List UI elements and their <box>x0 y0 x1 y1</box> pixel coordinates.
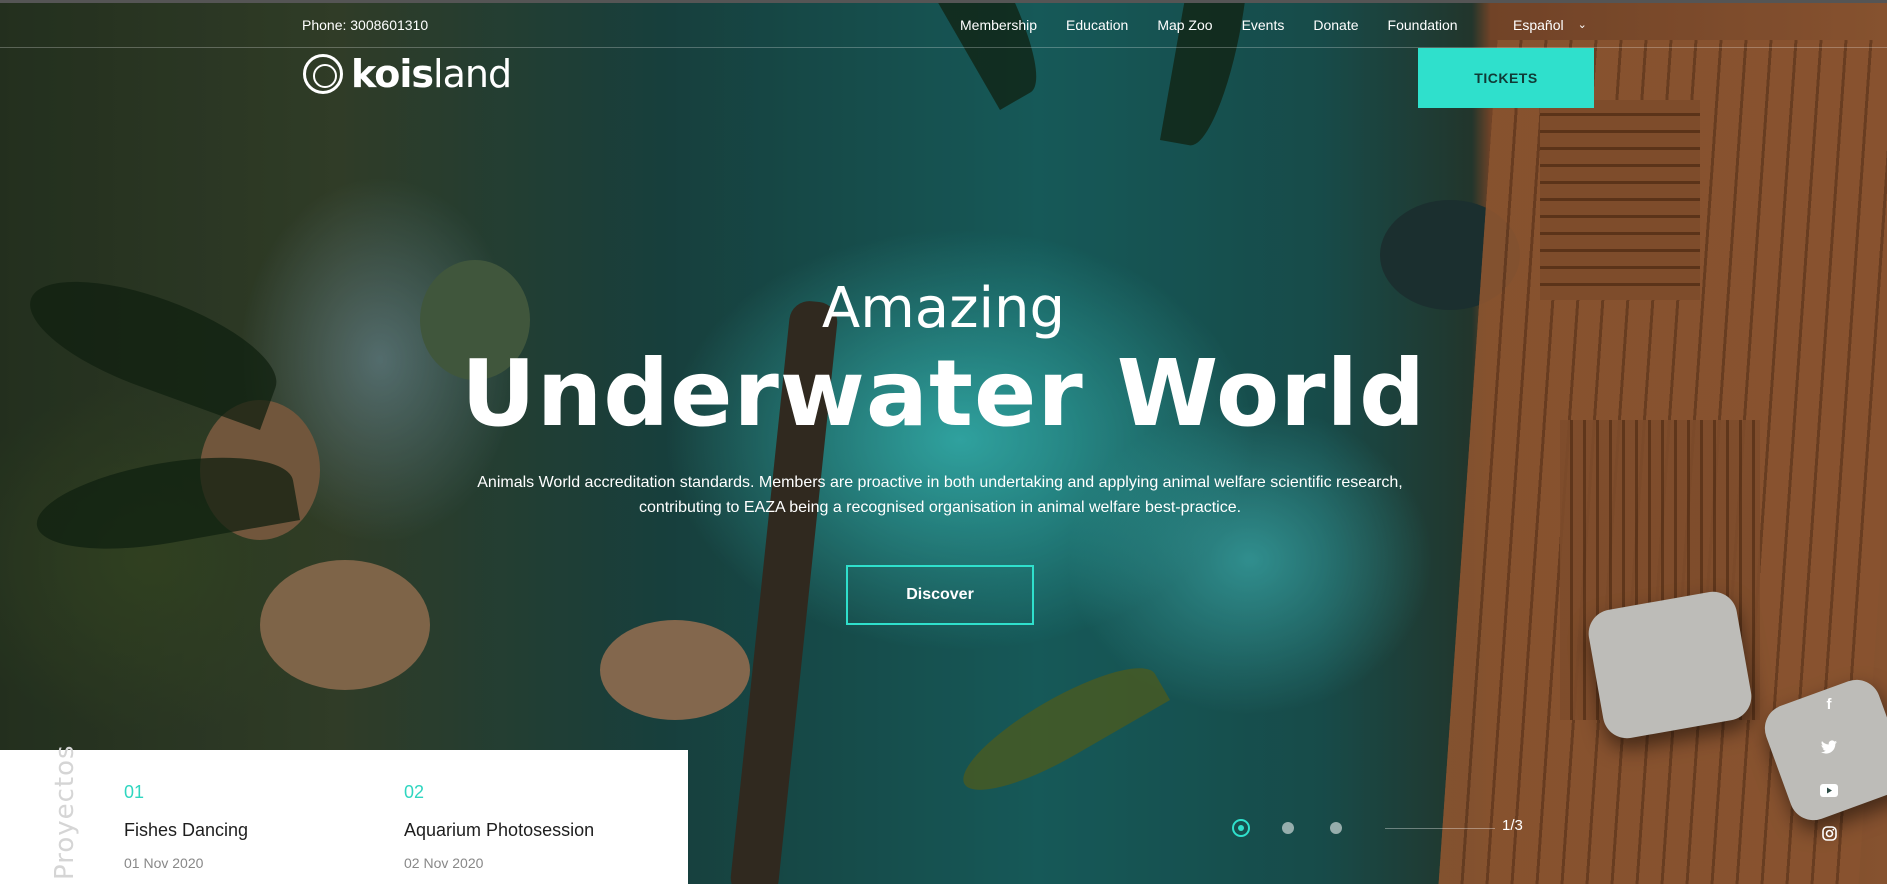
project-date: 02 Nov 2020 <box>404 855 484 871</box>
nav-membership[interactable]: Membership <box>960 17 1037 33</box>
project-number: 02 <box>404 782 425 802</box>
projects-panel <box>0 750 688 884</box>
projects-label: Proyectos <box>50 744 80 880</box>
topbar-divider <box>0 47 1887 48</box>
chevron-down-icon: ⌄ <box>1577 18 1587 31</box>
nav-events[interactable]: Events <box>1242 17 1285 33</box>
top-border <box>0 0 1887 3</box>
project-number: 01 <box>124 782 145 802</box>
nav-map-zoo[interactable]: Map Zoo <box>1157 17 1212 33</box>
slide-dot-active[interactable] <box>1232 819 1250 837</box>
hero-title: Underwater World <box>461 340 1426 447</box>
facebook-icon[interactable]: f <box>1818 696 1840 713</box>
tickets-button[interactable]: TICKETS <box>1418 48 1594 108</box>
instagram-icon[interactable] <box>1818 826 1840 845</box>
slide-dot[interactable] <box>1330 822 1342 834</box>
slide-progress-line <box>1385 828 1495 829</box>
nav-donate[interactable]: Donate <box>1313 17 1358 33</box>
language-label: Español <box>1513 17 1564 33</box>
youtube-icon[interactable] <box>1818 784 1840 801</box>
slide-counter: 1/3 <box>1502 817 1523 834</box>
language-selector[interactable]: Español ⌄ <box>1513 17 1587 33</box>
phone-number: Phone: 3008601310 <box>302 17 429 33</box>
hero-description-line: contributing to EAZA being a recognised … <box>638 499 1242 516</box>
hero-description: Animals World accreditation standards. M… <box>460 470 1420 520</box>
project-title-link[interactable]: Aquarium Photosession <box>404 820 594 841</box>
logo-mark-icon <box>303 54 343 94</box>
discover-button[interactable]: Discover <box>846 565 1034 625</box>
project-date: 01 Nov 2020 <box>124 855 204 871</box>
slide-dot[interactable] <box>1282 822 1294 834</box>
nav-foundation[interactable]: Foundation <box>1388 17 1458 33</box>
site-logo[interactable]: koisland <box>303 52 512 96</box>
logo-text: koisland <box>351 52 512 96</box>
main-nav: Membership Education Map Zoo Events Dona… <box>960 17 1487 33</box>
hero-kicker: Amazing <box>821 276 1066 341</box>
hero-description-line: Animals World accreditation standards. M… <box>477 474 1403 491</box>
project-title-link[interactable]: Fishes Dancing <box>124 820 248 841</box>
twitter-icon[interactable] <box>1818 740 1840 758</box>
nav-education[interactable]: Education <box>1066 17 1128 33</box>
